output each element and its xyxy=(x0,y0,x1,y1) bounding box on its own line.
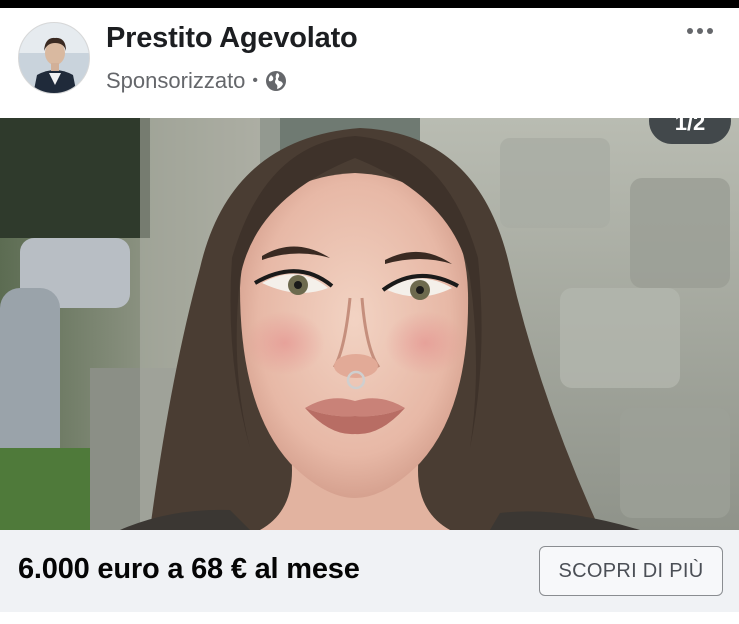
sponsored-line: Sponsorizzato • xyxy=(106,68,287,94)
bottom-spacer xyxy=(0,612,739,624)
globe-icon xyxy=(265,70,287,92)
page-name[interactable]: Prestito Agevolato xyxy=(106,22,358,55)
learn-more-button[interactable]: SCOPRI DI PIÙ xyxy=(539,546,723,596)
portrait-image xyxy=(0,118,739,530)
ad-photo[interactable]: 1/2 xyxy=(0,118,739,530)
page-avatar[interactable] xyxy=(18,22,90,94)
post-header: Prestito Agevolato Sponsorizzato • xyxy=(0,8,739,118)
separator-dot: • xyxy=(252,72,259,89)
more-options-icon[interactable] xyxy=(687,28,713,34)
cta-bar: 6.000 euro a 68 € al mese SCOPRI DI PIÙ xyxy=(0,530,739,612)
image-counter: 1/2 xyxy=(649,118,731,144)
status-bar-edge xyxy=(0,0,739,8)
sponsored-label[interactable]: Sponsorizzato xyxy=(106,68,245,94)
ad-headline[interactable]: 6.000 euro a 68 € al mese xyxy=(18,553,360,586)
avatar-image xyxy=(19,23,89,93)
